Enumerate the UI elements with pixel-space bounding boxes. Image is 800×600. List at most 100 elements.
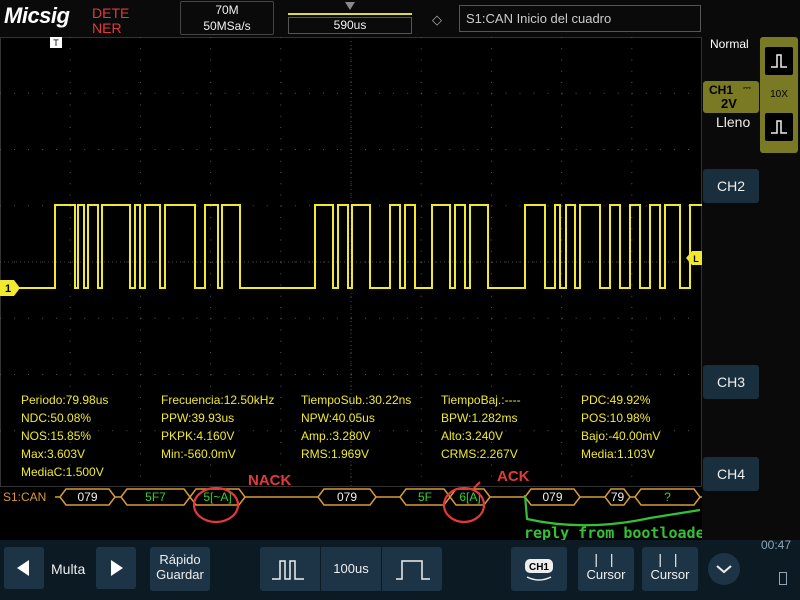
grid-dot xyxy=(575,92,577,94)
grid-dot xyxy=(379,205,381,207)
channel-select-button[interactable]: CH1 xyxy=(511,547,567,591)
cursor-vertical-button[interactable]: | | Cursor xyxy=(578,547,634,591)
grid-dot xyxy=(84,149,86,150)
grid-dot xyxy=(139,160,141,162)
grid-dot xyxy=(561,317,563,319)
grid-dot xyxy=(350,115,352,117)
grid-dot xyxy=(308,317,310,319)
grid-dot xyxy=(210,352,212,353)
grid-dot xyxy=(210,317,212,319)
diamond-icon[interactable]: ◇ xyxy=(432,12,442,28)
grid-dot xyxy=(322,261,324,263)
acquisition-box[interactable]: 70M 50MSa/s xyxy=(180,1,274,35)
grid-dot xyxy=(69,363,71,365)
prev-button[interactable] xyxy=(4,547,44,589)
trigger-level-marker-icon[interactable]: L xyxy=(686,251,702,265)
channel1-marker-icon[interactable]: 1 xyxy=(0,280,22,296)
grid-dot xyxy=(645,317,647,319)
grid-dot xyxy=(407,92,409,94)
grid-dot xyxy=(490,217,492,218)
grid-dot xyxy=(139,127,141,128)
timebase-decrease-button[interactable] xyxy=(268,555,310,588)
grid-dot xyxy=(280,385,282,387)
grid-dot xyxy=(631,70,633,72)
grid-dot xyxy=(561,430,563,432)
grid-dot xyxy=(0,374,1,375)
grid-dot xyxy=(139,183,141,185)
grid-dot xyxy=(687,92,689,94)
grid-dot xyxy=(42,374,44,375)
grid-dot xyxy=(210,104,212,106)
grid-dot xyxy=(645,374,647,375)
grid-dot xyxy=(69,115,71,117)
rising-edge-button[interactable] xyxy=(765,47,793,75)
grid-dot xyxy=(477,92,479,94)
grid-dot xyxy=(561,363,563,365)
grid-dot xyxy=(210,340,212,342)
grid-dot xyxy=(308,374,310,375)
expand-button[interactable] xyxy=(708,553,740,585)
probe-ratio[interactable]: 10X xyxy=(760,89,798,100)
measurement-value: POS:10.98% xyxy=(581,411,651,425)
ch1-label: CH1 xyxy=(709,83,734,97)
timebase-increase-button[interactable] xyxy=(392,555,434,588)
grid-dot xyxy=(182,261,184,263)
trigger-position-box[interactable]: 590us xyxy=(280,1,420,35)
grid-dot xyxy=(280,273,282,275)
grid-dot xyxy=(421,205,423,207)
grid-dot xyxy=(182,92,184,94)
fill-mode[interactable]: Lleno xyxy=(716,114,750,130)
grid-dot xyxy=(210,239,212,241)
grid-dot xyxy=(421,149,423,150)
grid-dot xyxy=(490,183,492,185)
grid-dot xyxy=(70,374,72,375)
grid-dot xyxy=(631,408,633,410)
grid-dot xyxy=(561,352,563,353)
grid-dot xyxy=(533,374,535,375)
quick-save-button[interactable]: Rápido Guardar xyxy=(150,547,210,591)
grid-dot xyxy=(238,430,240,432)
mode-indicator: DETE NER xyxy=(92,6,130,36)
cursor-horizontal-button[interactable]: | | Cursor xyxy=(642,547,698,591)
grid-dot xyxy=(322,317,324,319)
grid-dot xyxy=(280,149,282,150)
grid-dot xyxy=(393,149,395,150)
grid-dot xyxy=(42,317,44,319)
battery-icon xyxy=(779,572,787,585)
grid-dot xyxy=(561,284,563,286)
grid-dot xyxy=(280,317,282,319)
grid-dot xyxy=(98,317,100,319)
grid-dot xyxy=(589,374,591,375)
trigger-info[interactable]: S1:CAN Inicio del cuadro xyxy=(459,5,701,32)
ch2-button[interactable]: CH2 xyxy=(703,169,759,203)
grid-dot xyxy=(0,430,1,432)
trigger-mode[interactable]: Normal xyxy=(710,37,749,51)
grid-dot xyxy=(139,453,141,455)
grid-dot xyxy=(420,239,422,241)
grid-dot xyxy=(420,228,422,230)
grid-dot xyxy=(182,374,184,375)
ch1-button[interactable]: CH1 ⎓ 2V xyxy=(703,81,759,113)
trigger-position-value: 590us xyxy=(288,17,412,34)
grid-dot xyxy=(0,149,1,150)
grid-dot xyxy=(266,149,268,150)
next-button[interactable] xyxy=(96,547,136,589)
ch4-button[interactable]: CH4 xyxy=(703,457,759,491)
ch3-button[interactable]: CH3 xyxy=(703,365,759,399)
grid-dot xyxy=(393,317,395,319)
timebase-value[interactable]: 100us xyxy=(320,547,382,591)
decode-frame-text: 5[~A] xyxy=(203,490,231,504)
grid-dot xyxy=(631,59,633,61)
grid-dot xyxy=(547,205,549,207)
grid-dot xyxy=(280,228,282,230)
grid-dot xyxy=(687,149,689,150)
falling-edge-button[interactable] xyxy=(765,113,793,141)
grid-dot xyxy=(490,329,492,331)
grid-dot xyxy=(631,352,633,353)
grid-dot xyxy=(420,273,422,275)
rising-edge-icon xyxy=(771,54,787,68)
grid-dot xyxy=(420,363,422,365)
grid-dot xyxy=(336,149,338,150)
grid-dot xyxy=(561,464,563,466)
chevron-down-icon xyxy=(716,565,732,574)
